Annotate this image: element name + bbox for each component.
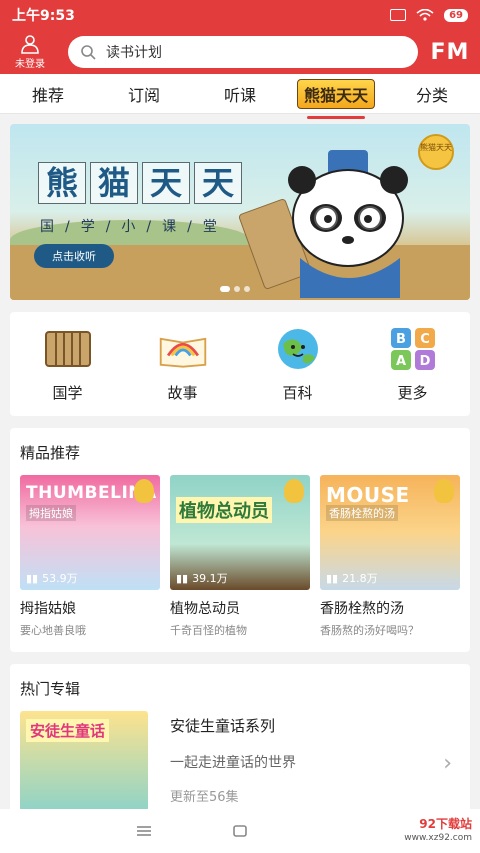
menu-icon[interactable] (136, 825, 152, 837)
book-cover: THUMBELINA 拇指姑娘 ▮▮ 53.9万 (20, 475, 160, 590)
play-count: ▮▮ 21.8万 (326, 571, 378, 586)
book-desc: 香肠熬的汤好喝吗？ (320, 624, 419, 637)
svg-text:D: D (419, 354, 430, 369)
search-input[interactable]: 读书计划 (68, 36, 418, 68)
medal-icon (284, 479, 304, 503)
category-row: 国学 故事 百科 BCAD 更多 (10, 312, 470, 416)
medal-icon (434, 479, 454, 503)
book-cover: 植物总动员 ▮▮ 39.1万 (170, 475, 310, 590)
carousel-dots (220, 286, 250, 292)
fm-button[interactable]: FM (428, 40, 472, 65)
panda-illustration (288, 150, 408, 298)
tab-recommend[interactable]: 推荐 (0, 82, 96, 106)
chevron-right-icon: › (443, 751, 452, 776)
scroll-icon (42, 326, 94, 372)
sim-icon (390, 9, 407, 21)
user-icon (21, 35, 39, 54)
banner-subtitle: 国/学/小/课/堂 (40, 219, 228, 235)
banner[interactable]: 熊 猫 天 天 国/学/小/课/堂 点击收听 熊猫天天 (10, 124, 470, 300)
svg-text:A: A (395, 354, 405, 369)
featured-section: 精品推荐 THUMBELINA 拇指姑娘 ▮▮ 53.9万 拇指姑娘 要心地善良哦… (10, 428, 470, 652)
album-item[interactable]: 安徒生童话 安徒生童话系列 一起走进童话的世界 更新至56集 › (20, 711, 460, 811)
login-label: 未登录 (15, 59, 45, 70)
watermark-site: 92下载站 (419, 817, 472, 831)
category-story-label: 故事 (167, 383, 198, 402)
abcd-blocks-icon: BCAD (387, 326, 439, 372)
book-name: 香肠栓熬的汤 (320, 601, 404, 617)
book-card[interactable]: 植物总动员 ▮▮ 39.1万 植物总动员 千奇百怪的植物 (170, 475, 310, 638)
album-name: 安徒生童话系列 (170, 717, 276, 735)
book-cover: MOUSE 香肠栓熬的汤 ▮▮ 21.8万 (320, 475, 460, 590)
book-name: 拇指姑娘 (20, 601, 76, 617)
play-count: ▮▮ 53.9万 (26, 571, 78, 586)
album-cover: 安徒生童话 (20, 711, 148, 811)
category-more[interactable]: BCAD 更多 (355, 326, 470, 403)
tab-panda-label: 熊猫天天 (296, 78, 375, 109)
book-desc: 要心地善良哦 (20, 624, 86, 637)
album-update: 更新至56集 (170, 790, 239, 805)
earth-icon (272, 326, 324, 372)
tab-lessons[interactable]: 听课 (192, 82, 288, 106)
svg-text:C: C (420, 332, 430, 347)
listen-button[interactable]: 点击收听 (34, 244, 114, 268)
hot-title: 热门专辑 (20, 680, 81, 698)
battery-icon: 69 (444, 8, 468, 22)
top-bar: 未登录 读书计划 FM (0, 30, 480, 74)
medal-icon (134, 479, 154, 503)
svg-text:B: B (396, 332, 406, 347)
featured-title: 精品推荐 (20, 444, 81, 462)
panda-badge: 熊猫天天 (418, 134, 454, 170)
book-desc: 千奇百怪的植物 (170, 624, 247, 637)
category-encyclopedia[interactable]: 百科 (240, 326, 355, 403)
search-placeholder: 读书计划 (106, 45, 162, 61)
home-icon[interactable] (232, 825, 248, 837)
status-bar: 上午9:53 69 (0, 0, 480, 30)
book-name: 植物总动员 (170, 601, 240, 617)
tab-bar: 推荐 订阅 听课 熊猫天天 分类 (0, 74, 480, 119)
tab-category[interactable]: 分类 (384, 82, 480, 106)
watermark-url: www.xz92.com (404, 833, 472, 843)
play-count: ▮▮ 39.1万 (176, 571, 228, 586)
rainbow-book-icon (157, 326, 209, 372)
hot-section: 热门专辑 安徒生童话 安徒生童话系列 一起走进童话的世界 更新至56集 › (10, 664, 470, 828)
category-more-label: 更多 (397, 383, 428, 402)
category-guoxue[interactable]: 国学 (10, 326, 125, 403)
audio-wave-icon: ▮▮ (176, 571, 189, 585)
watermark: 92下载站 www.xz92.com (270, 807, 480, 853)
wifi-icon (416, 9, 434, 21)
category-story[interactable]: 故事 (125, 326, 240, 403)
login-button[interactable]: 未登录 (8, 34, 52, 70)
book-card[interactable]: THUMBELINA 拇指姑娘 ▮▮ 53.9万 拇指姑娘 要心地善良哦 (20, 475, 160, 638)
tab-panda[interactable]: 熊猫天天 (288, 78, 384, 119)
status-time: 上午9:53 (12, 8, 75, 24)
category-encyclopedia-label: 百科 (282, 383, 313, 402)
search-icon (81, 45, 96, 60)
audio-wave-icon: ▮▮ (26, 571, 39, 585)
audio-wave-icon: ▮▮ (326, 571, 339, 585)
tab-subscribe[interactable]: 订阅 (96, 82, 192, 106)
banner-title: 熊 猫 天 天 (38, 162, 242, 204)
album-desc: 一起走进童话的世界 (170, 755, 296, 771)
category-guoxue-label: 国学 (52, 383, 83, 402)
book-card[interactable]: MOUSE 香肠栓熬的汤 ▮▮ 21.8万 香肠栓熬的汤 香肠熬的汤好喝吗？ (320, 475, 460, 638)
